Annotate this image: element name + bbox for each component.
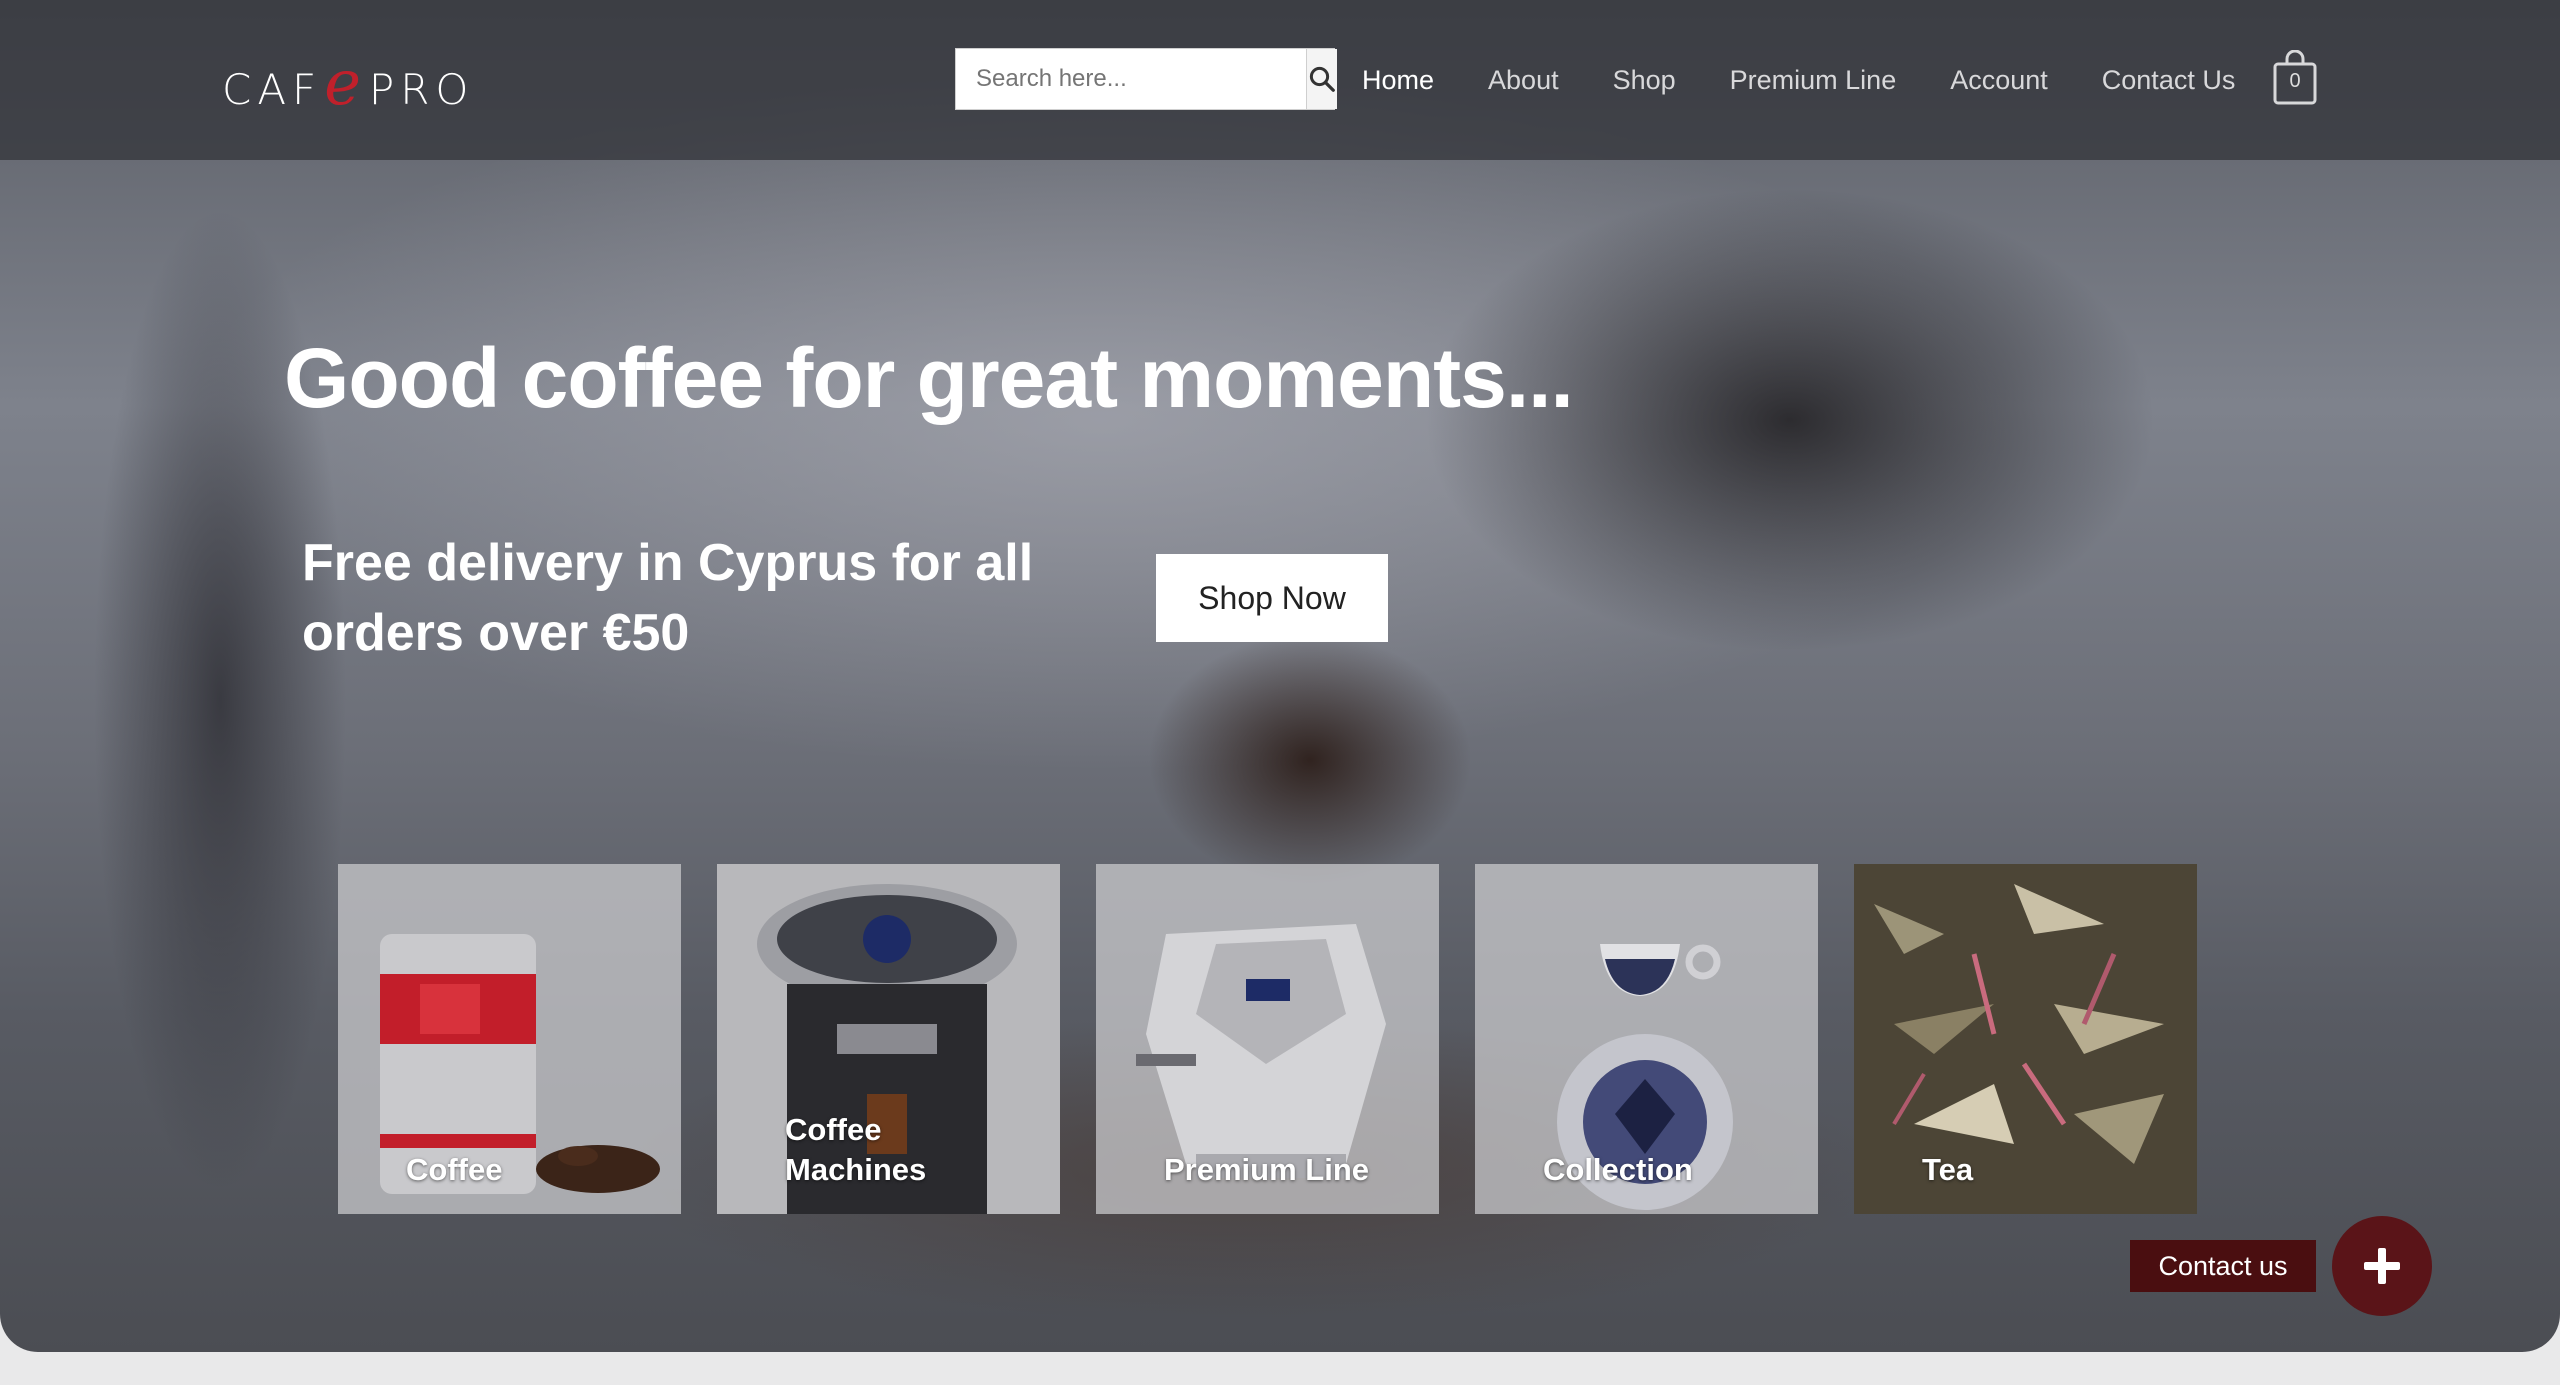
hero-subtitle: Free delivery in Cyprus for all orders o… — [302, 534, 1034, 662]
category-tile-tea[interactable]: Tea — [1854, 864, 2197, 1214]
category-tile-coffee-machines[interactable]: Coffee Machines — [717, 864, 1060, 1214]
nav-contact-us[interactable]: Contact Us — [2102, 58, 2236, 102]
category-label: Collection — [1543, 1152, 1693, 1187]
contact-fab-button[interactable] — [2332, 1216, 2432, 1316]
header-bar: CAFePRO Home About Shop Premium Line Acc… — [0, 0, 2560, 160]
logo-text-right: PRO — [368, 65, 475, 114]
category-tile-premium-line[interactable]: Premium Line — [1096, 864, 1439, 1214]
page-frame: CAFePRO Home About Shop Premium Line Acc… — [0, 0, 2560, 1352]
cart-count: 0 — [2289, 70, 2301, 92]
search-icon — [1309, 66, 1335, 92]
category-label: Premium Line — [1164, 1152, 1369, 1187]
search-input[interactable] — [956, 49, 1306, 109]
category-label: Coffee Machines — [785, 1112, 927, 1187]
nav-account[interactable]: Account — [1950, 58, 2048, 102]
nav-premium-line[interactable]: Premium Line — [1730, 58, 1897, 102]
hero-title: Good coffee for great moments... — [284, 331, 1574, 425]
plus-icon — [2364, 1248, 2400, 1284]
category-label: Coffee — [406, 1152, 503, 1187]
search-button[interactable] — [1306, 49, 1337, 109]
nav-about[interactable]: About — [1488, 58, 1559, 102]
shop-now-button[interactable]: Shop Now — [1156, 554, 1388, 642]
nav-home[interactable]: Home — [1362, 58, 1434, 102]
site-logo[interactable]: CAF e PRO — [222, 46, 475, 119]
contact-us-label[interactable]: Contact us — [2130, 1240, 2316, 1292]
main-nav: Home About Shop Premium Line Account Con… — [1362, 58, 2289, 102]
category-tile-collection[interactable]: Collection — [1475, 864, 1818, 1214]
category-label: Tea — [1922, 1152, 1974, 1187]
search-form — [955, 48, 1337, 110]
category-tile-coffee[interactable]: Coffee — [338, 864, 681, 1214]
logo-text-e: e — [324, 46, 367, 119]
nav-shop[interactable]: Shop — [1613, 58, 1676, 102]
logo-text-left: CAF — [222, 65, 323, 114]
cart-button[interactable]: 0 — [2272, 49, 2318, 106]
